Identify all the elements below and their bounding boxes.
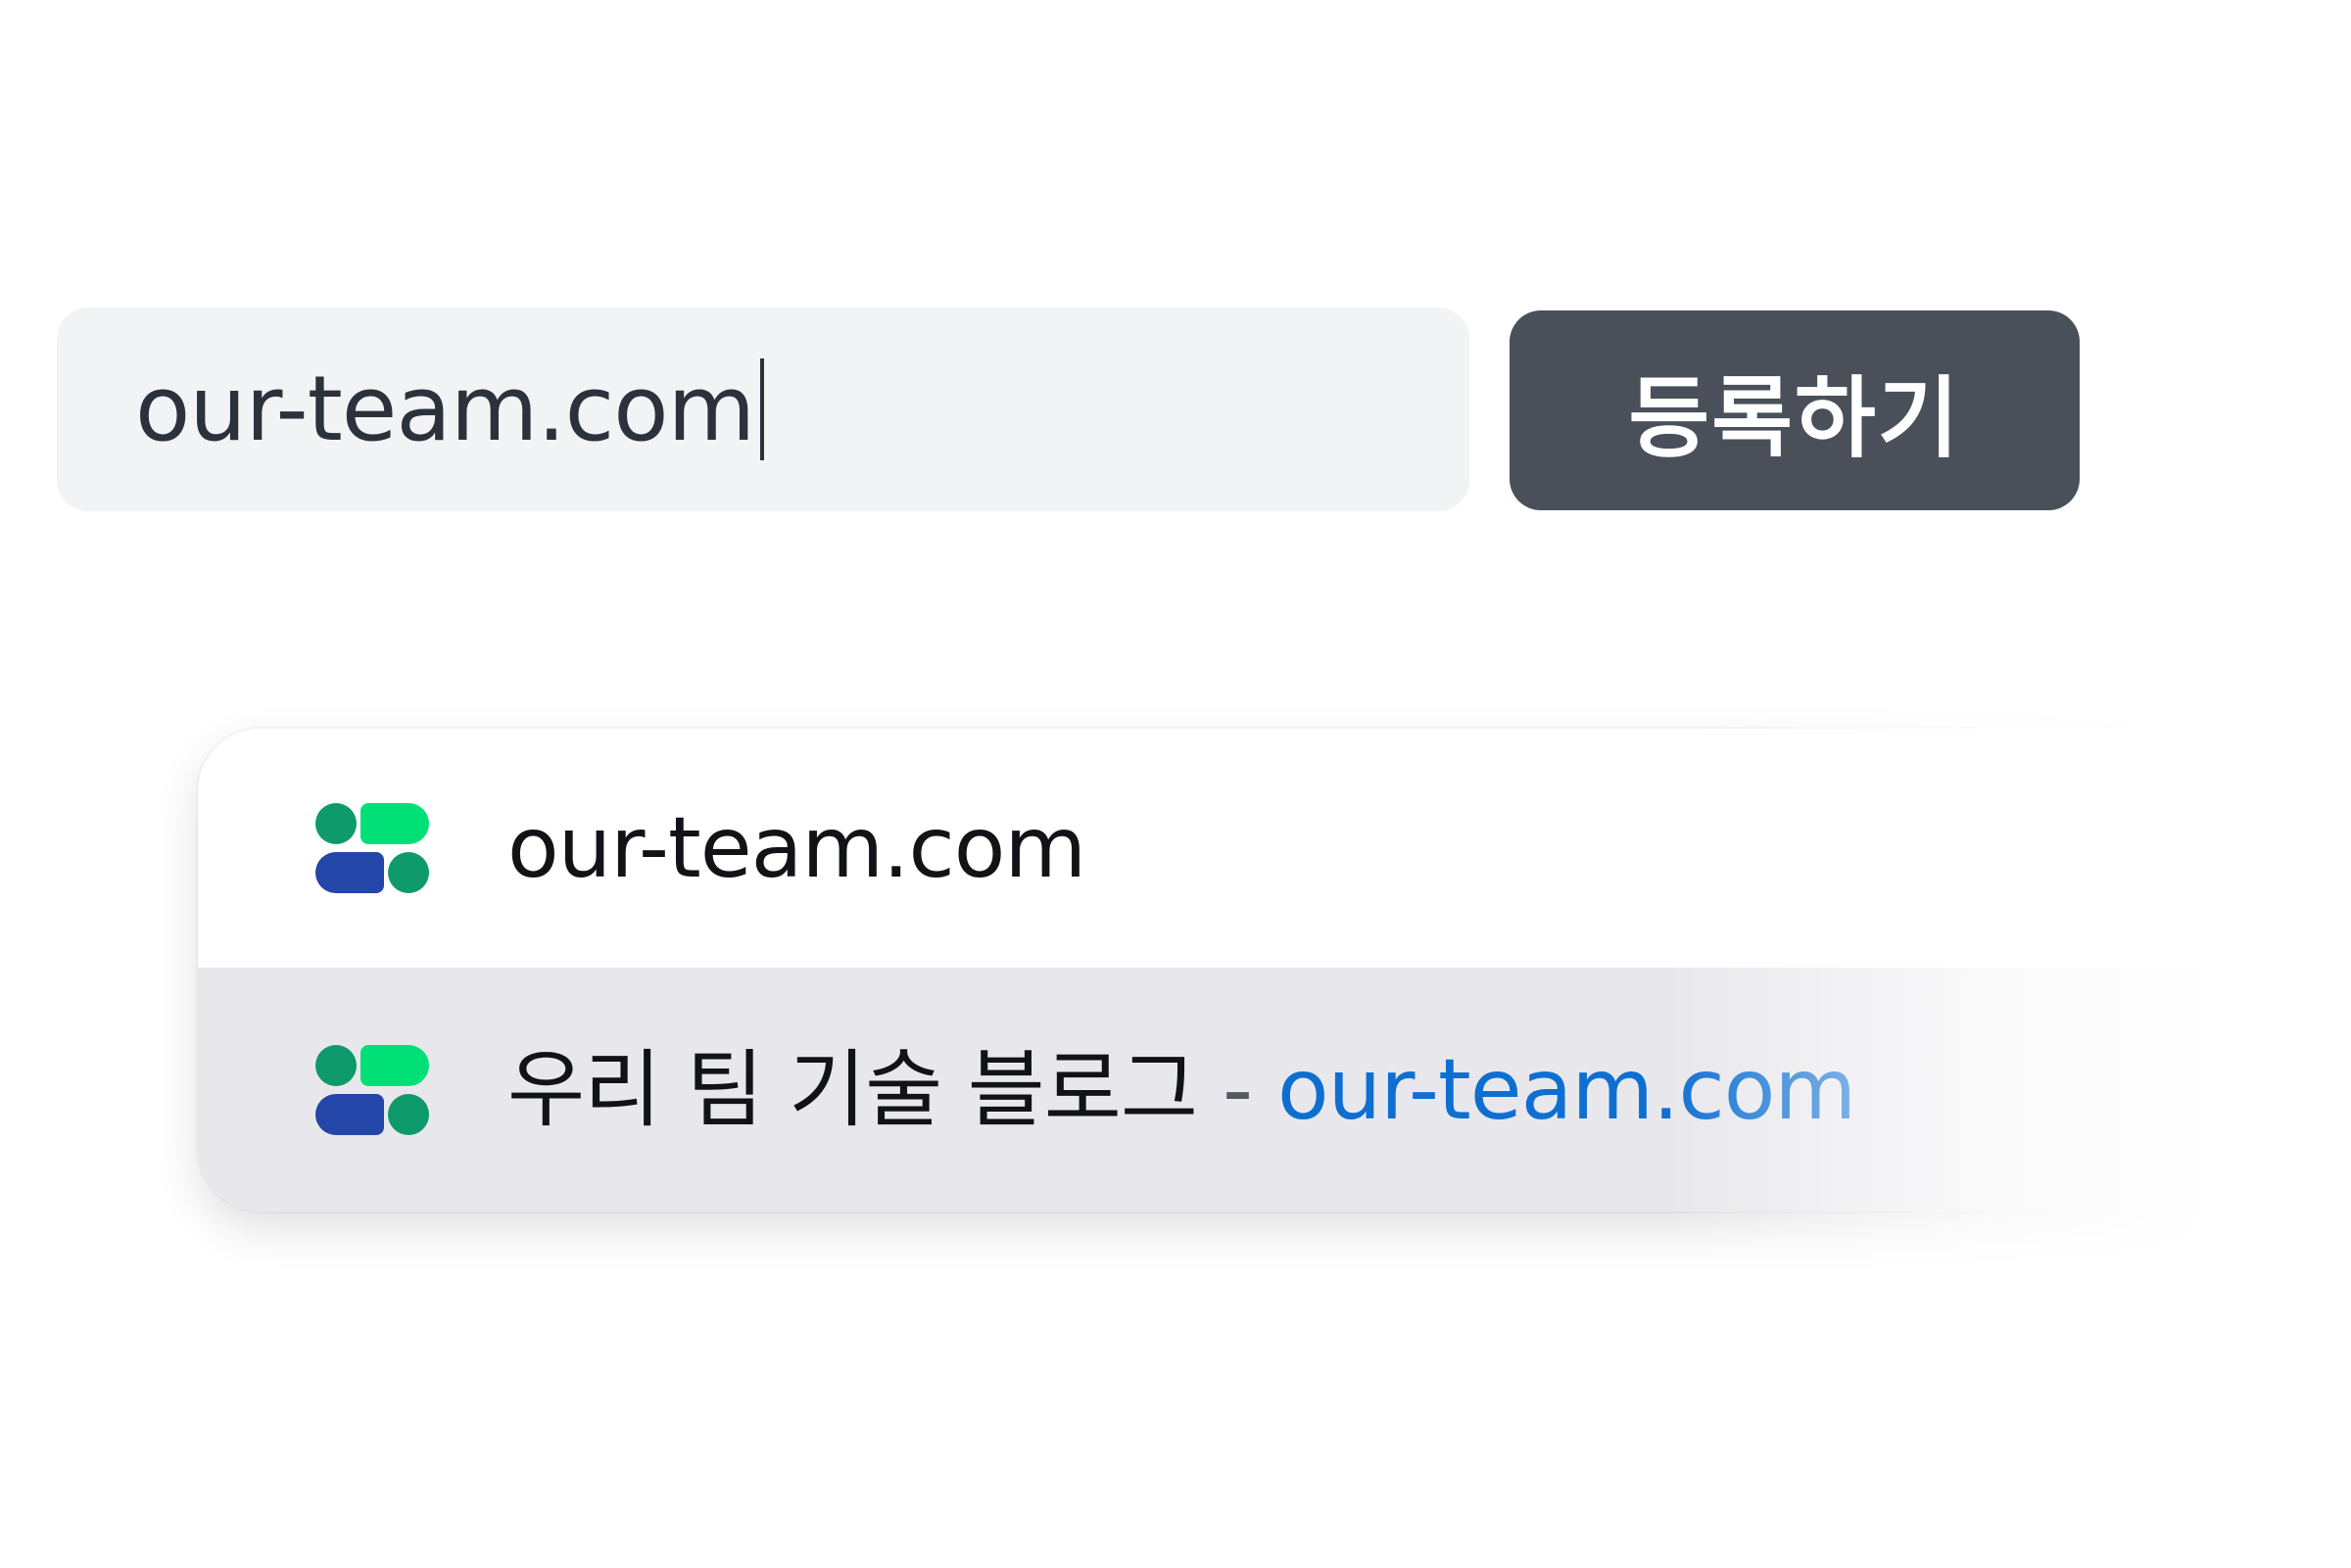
suggestion-label: our-team.com [507, 799, 1086, 897]
suggestion-separator: - [1222, 1040, 1253, 1139]
suggestion-item[interactable]: our-team.com [198, 729, 2351, 968]
suggestion-domain: our-team.com [1277, 1040, 1856, 1139]
register-button[interactable]: 등록하기 [1510, 310, 2080, 510]
brand-logo-icon [315, 803, 429, 893]
url-input[interactable]: our-team.com [57, 308, 1469, 511]
suggestion-item-highlighted[interactable]: 우리 팀 기술 블로그 - our-team.com [198, 968, 2351, 1212]
brand-logo-icon [315, 1044, 429, 1135]
suggestion-text: 우리 팀 기술 블로그 - our-team.com [507, 1048, 1856, 1132]
text-caret [760, 358, 765, 460]
page: our-team.com 등록하기 our-team.com 우리 팀 기술 블… [0, 0, 2351, 1568]
url-input-value: our-team.com [135, 356, 755, 461]
suggestion-dropdown: our-team.com 우리 팀 기술 블로그 - our-team.com [198, 729, 2351, 1212]
suggestion-title: 우리 팀 기술 블로그 [507, 1040, 1198, 1139]
